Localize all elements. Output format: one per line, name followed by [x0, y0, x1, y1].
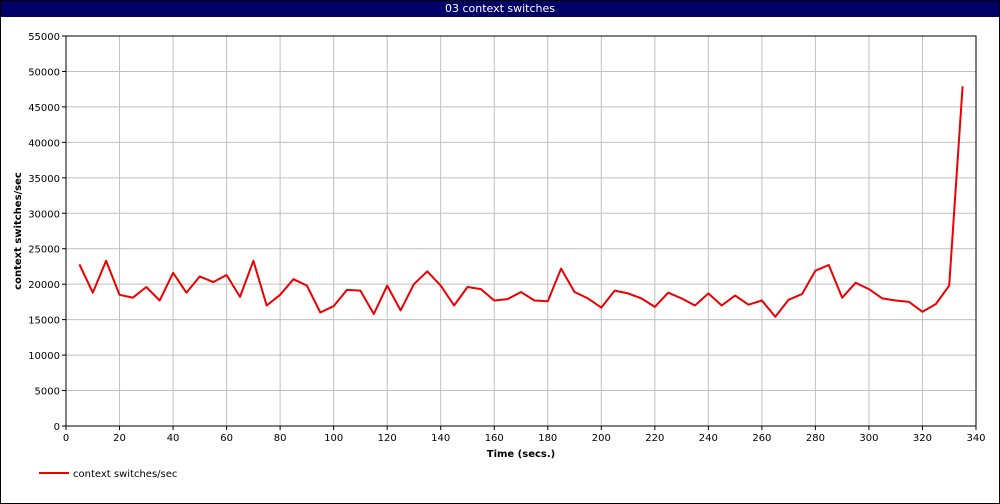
x-tick-label: 80	[274, 433, 287, 444]
legend-label: context switches/sec	[73, 469, 177, 480]
y-tick-label: 0	[54, 422, 60, 433]
y-tick-label: 30000	[28, 209, 60, 220]
y-tick-label: 20000	[28, 280, 60, 291]
y-tick-label: 25000	[28, 245, 60, 256]
x-tick-label: 0	[63, 433, 69, 444]
y-tick-label: 55000	[28, 32, 60, 43]
y-axis-label: context switches/sec	[13, 172, 24, 290]
x-tick-label: 40	[167, 433, 180, 444]
grid	[65, 35, 977, 427]
x-tick-label: 220	[645, 433, 664, 444]
series-group	[78, 86, 964, 318]
x-tick-label: 240	[699, 433, 718, 444]
y-tick-label: 50000	[28, 67, 60, 78]
x-tick-label: 100	[324, 433, 343, 444]
x-axis: 0 20 40 60 80 100 120 140 160 180 200 220 240 260 280 3…	[63, 426, 986, 444]
x-tick-label: 260	[752, 433, 771, 444]
y-tick-label: 40000	[28, 138, 60, 149]
x-axis-label: Time (secs.)	[487, 449, 556, 460]
series-line	[78, 86, 964, 318]
legend: context switches/sec	[39, 469, 177, 480]
chart-window: 03 context switches 0 5000 10000 15000 20000…	[0, 0, 1000, 504]
x-tick-label: 340	[966, 433, 985, 444]
y-tick-label: 45000	[28, 103, 60, 114]
plot-area	[65, 35, 977, 427]
x-tick-label: 160	[485, 433, 504, 444]
x-tick-label: 320	[913, 433, 932, 444]
y-tick-label: 5000	[35, 387, 60, 398]
line-chart: 0 5000 10000 15000 20000 25000 30000 35000 40000…	[13, 32, 986, 480]
y-axis: 0 5000 10000 15000 20000 25000 30000 35000 40000…	[28, 32, 66, 433]
x-tick-label: 180	[538, 433, 557, 444]
y-tick-label: 10000	[28, 351, 60, 362]
y-tick-label: 35000	[28, 174, 60, 185]
x-tick-label: 20	[113, 433, 126, 444]
y-tick-label: 15000	[28, 316, 60, 327]
x-tick-label: 140	[431, 433, 450, 444]
x-tick-label: 200	[592, 433, 611, 444]
x-tick-label: 120	[378, 433, 397, 444]
x-tick-label: 300	[859, 433, 878, 444]
x-tick-label: 60	[220, 433, 233, 444]
x-tick-label: 280	[806, 433, 825, 444]
